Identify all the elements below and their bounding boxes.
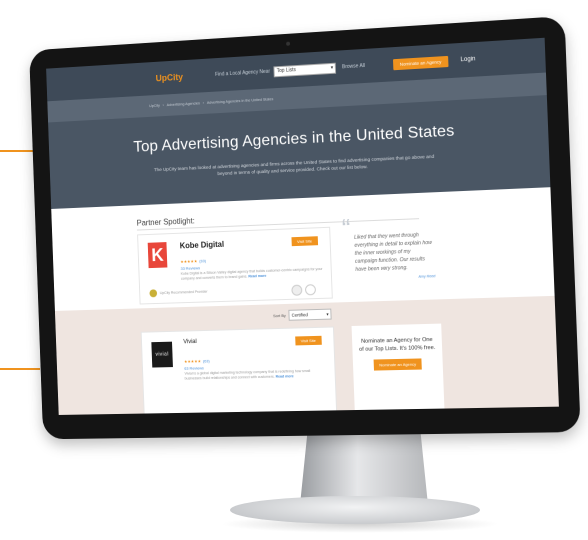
browse-all-link[interactable]: Browse All	[342, 63, 365, 70]
read-more-link[interactable]: Read more	[248, 274, 266, 279]
verified-text: UpCity Recommended Provider	[160, 290, 208, 295]
company-description: Kobe Digital is a Silicon Valley digital…	[181, 267, 325, 282]
vivial-logo[interactable]: vivial	[151, 342, 173, 368]
kobe-digital-logo[interactable]: K	[148, 242, 168, 268]
monitor-screen: UpCity Find a Local Agency Near Top List…	[46, 38, 559, 415]
nominate-agency-button[interactable]: Nominate an Agency	[393, 55, 449, 69]
company-description: Vivial is a global digital marketing tec…	[184, 369, 329, 382]
upcity-logo[interactable]: UpCity	[156, 72, 184, 83]
breadcrumb-item: Advertising Agencies in the United State…	[207, 97, 274, 105]
login-link[interactable]: Login	[460, 56, 475, 63]
badge-icon	[149, 289, 157, 297]
partner-spotlight: Partner Spotlight: K Kobe Digital Visit …	[51, 187, 554, 311]
company-name[interactable]: Kobe Digital	[180, 240, 225, 251]
sort-row: Sort By Certified ▾	[273, 309, 332, 322]
verified-provider: UpCity Recommended Provider	[149, 288, 207, 298]
nominate-box: Nominate an Agency for One of our Top Li…	[352, 324, 445, 412]
chevron-down-icon: ▾	[326, 310, 329, 319]
page-subtitle: The UpCity team has looked at advertisin…	[149, 154, 441, 182]
nominate-text: Nominate an Agency for One of our Top Li…	[358, 336, 436, 354]
reviews-link[interactable]: 33 Reviews	[181, 265, 201, 271]
sort-value: Certified	[292, 312, 308, 317]
agency-card: vivial Vivial Visit Site ★★★★★ (63) 63 Re…	[141, 326, 338, 414]
nominate-agency-button[interactable]: Nominate an Agency	[373, 358, 422, 370]
rating-count: (33)	[199, 258, 206, 263]
sort-label: Sort By	[273, 313, 286, 318]
spotlight-card: K Kobe Digital Visit Site ★★★★★ (33) 33 R…	[137, 227, 333, 305]
page-title: Top Advertising Agencies in the United S…	[49, 118, 549, 161]
read-more-link[interactable]: Read more	[276, 374, 294, 378]
testimonial-author: Amy Reed	[356, 272, 436, 283]
sort-select[interactable]: Certified ▾	[288, 309, 331, 321]
award-icon	[291, 285, 302, 296]
agency-listing: Sort By Certified ▾ vivial Vivial Visit S…	[55, 296, 559, 415]
find-agency-label: Find a Local Agency Near	[215, 69, 270, 78]
star-rating: ★★★★★ (33)	[180, 258, 206, 264]
breadcrumb-item[interactable]: Advertising Agencies	[167, 101, 200, 107]
testimonial-text: Liked that they went through everything …	[354, 232, 432, 273]
visit-site-button[interactable]: Visit Site	[295, 336, 322, 346]
company-name[interactable]: Vivial	[183, 339, 197, 345]
breadcrumb-separator: ›	[163, 103, 164, 107]
visit-site-button[interactable]: Visit Site	[291, 236, 318, 246]
breadcrumb-item[interactable]: UpCity	[149, 104, 160, 108]
reviews-link[interactable]: 63 Reviews	[184, 365, 204, 370]
stars-icon: ★★★★★	[184, 359, 201, 364]
rating-count: (63)	[203, 358, 210, 363]
monitor-stand-base	[230, 496, 480, 524]
award-icon	[305, 284, 316, 295]
quote-icon: “	[342, 224, 351, 232]
stars-icon: ★★★★★	[180, 259, 197, 265]
chevron-down-icon: ▾	[331, 63, 334, 72]
find-agency-value: Top Lists	[277, 67, 296, 74]
accent-line-bottom	[0, 368, 40, 370]
star-rating: ★★★★★ (63)	[184, 358, 210, 363]
testimonial: “ Liked that they went through everythin…	[354, 231, 436, 283]
breadcrumb-separator: ›	[203, 101, 204, 105]
find-agency-select[interactable]: Top Lists ▾	[274, 62, 337, 77]
monitor-bezel: UpCity Find a Local Agency Near Top List…	[29, 16, 581, 439]
camera-dot	[286, 42, 290, 46]
spotlight-heading: Partner Spotlight:	[137, 216, 195, 227]
